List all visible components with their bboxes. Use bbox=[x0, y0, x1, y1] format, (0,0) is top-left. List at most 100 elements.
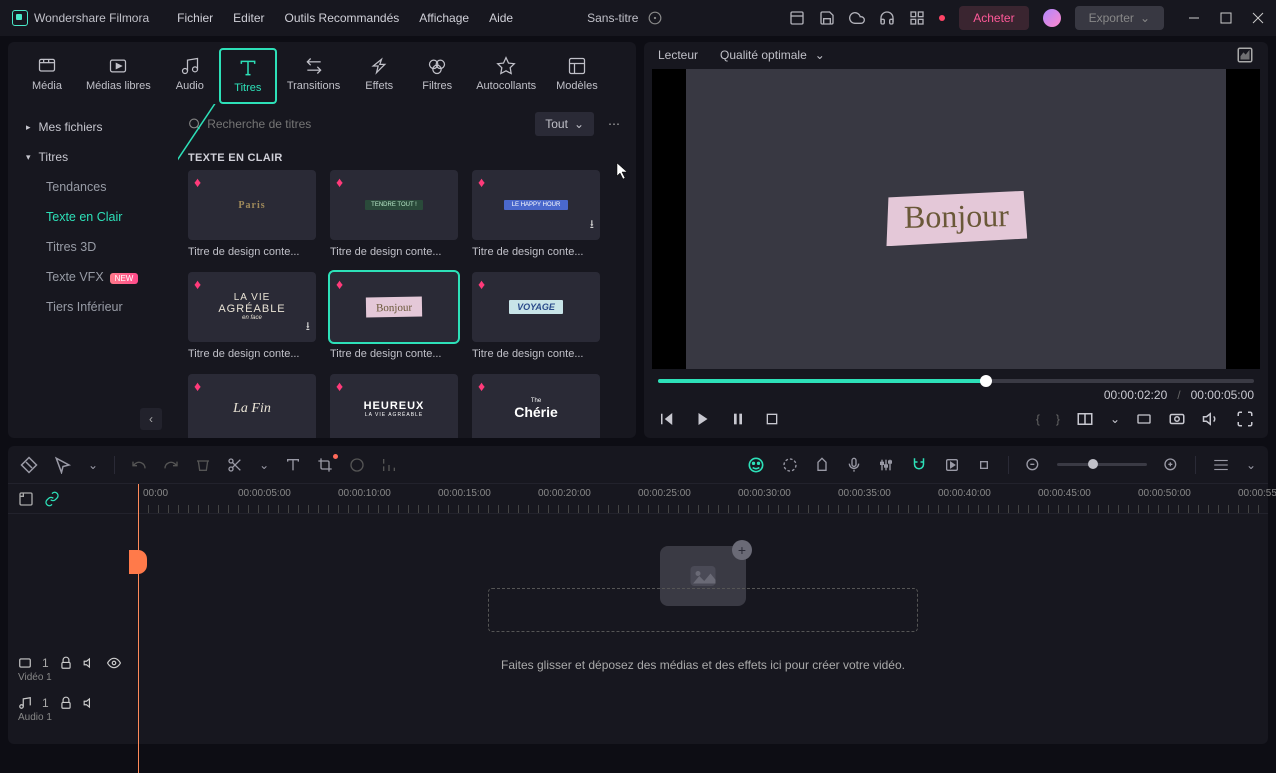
tab-stickers[interactable]: Autocollants bbox=[466, 48, 546, 104]
tab-stock[interactable]: Médias libres bbox=[76, 48, 161, 104]
mute-icon[interactable] bbox=[83, 696, 97, 710]
title-card[interactable]: ♦LE HAPPY HOUR⭳Titre de design conte... bbox=[472, 170, 600, 258]
mute-icon[interactable] bbox=[83, 656, 97, 670]
snapshot-icon[interactable] bbox=[1236, 46, 1254, 64]
tab-templates[interactable]: Modèles bbox=[546, 48, 608, 104]
compare-icon[interactable] bbox=[1076, 410, 1094, 428]
avatar[interactable] bbox=[1043, 9, 1061, 27]
sidebar-item-plaintext[interactable]: Texte en Clair bbox=[12, 202, 174, 232]
magnet-icon[interactable] bbox=[910, 456, 928, 474]
title-card[interactable]: ♦ParisTitre de design conte... bbox=[188, 170, 316, 258]
fullscreen-icon[interactable] bbox=[1236, 410, 1254, 428]
text-tool-icon[interactable] bbox=[285, 457, 301, 473]
speed-icon[interactable] bbox=[782, 457, 798, 473]
zoom-slider[interactable] bbox=[1057, 463, 1147, 466]
title-card[interactable]: ♦TheChérie bbox=[472, 374, 600, 438]
play-button[interactable] bbox=[694, 410, 712, 428]
title-card[interactable]: ♦BonjourTitre de design conte... bbox=[330, 272, 458, 360]
title-card[interactable]: ♦LA VIEAGRÉABLEen face⭳Titre de design c… bbox=[188, 272, 316, 360]
redo-icon[interactable] bbox=[163, 457, 179, 473]
sidebar-item-trending[interactable]: Tendances bbox=[12, 172, 174, 202]
mixer-icon[interactable] bbox=[878, 457, 894, 473]
menu-file[interactable]: Fichier bbox=[177, 11, 213, 25]
playhead[interactable] bbox=[138, 484, 139, 773]
title-card[interactable]: ♦TENDRE TOUT !Titre de design conte... bbox=[330, 170, 458, 258]
chevron-down-icon[interactable]: ⌄ bbox=[1246, 458, 1256, 472]
title-card[interactable]: ♦La Fin bbox=[188, 374, 316, 438]
buy-button[interactable]: Acheter bbox=[959, 6, 1028, 30]
scrub-handle[interactable] bbox=[980, 375, 992, 387]
audio-track-head[interactable]: 1 Audio 1 bbox=[8, 694, 138, 734]
camera-icon[interactable] bbox=[1168, 410, 1186, 428]
title-card[interactable]: ♦HEUREUXLA VIE AGRÉABLE bbox=[330, 374, 458, 438]
chevron-down-icon[interactable]: ⌄ bbox=[1110, 412, 1120, 426]
minimize-icon[interactable] bbox=[1188, 12, 1200, 24]
sidebar-myfiles[interactable]: Mes fichiers bbox=[12, 112, 174, 142]
ai-tool-icon[interactable] bbox=[746, 455, 766, 475]
sidebar-collapse-button[interactable]: ‹ bbox=[140, 408, 162, 430]
menu-help[interactable]: Aide bbox=[489, 11, 513, 25]
stop-button[interactable] bbox=[764, 411, 780, 427]
search-input[interactable] bbox=[188, 117, 525, 131]
tab-transitions[interactable]: Transitions bbox=[277, 48, 350, 104]
tab-filters[interactable]: Filtres bbox=[408, 48, 466, 104]
menu-view[interactable]: Affichage bbox=[419, 11, 469, 25]
undo-icon[interactable] bbox=[131, 457, 147, 473]
close-icon[interactable] bbox=[1252, 12, 1264, 24]
delete-icon[interactable] bbox=[195, 457, 211, 473]
video-track-head[interactable]: 1 Vidéo 1 bbox=[8, 654, 138, 694]
prev-frame-button[interactable] bbox=[658, 410, 676, 428]
grid-icon[interactable] bbox=[909, 10, 925, 26]
download-icon[interactable]: ⭳ bbox=[306, 317, 310, 338]
chevron-down-icon[interactable]: ⌄ bbox=[88, 458, 98, 472]
adjust-tool-icon[interactable] bbox=[381, 457, 397, 473]
link-icon[interactable] bbox=[44, 491, 60, 507]
brace-close-icon[interactable]: } bbox=[1056, 412, 1060, 426]
zoom-out-icon[interactable] bbox=[1025, 457, 1041, 473]
tab-titles[interactable]: Titres bbox=[219, 48, 277, 104]
sidebar-titles[interactable]: Titres bbox=[12, 142, 174, 172]
document-title[interactable]: Sans-titre bbox=[587, 11, 662, 25]
timeline-dropzone[interactable] bbox=[488, 588, 918, 632]
scrub-bar[interactable] bbox=[644, 369, 1268, 383]
more-button[interactable]: ⋯ bbox=[604, 117, 626, 131]
diamond-tool-icon[interactable] bbox=[20, 456, 38, 474]
marker-icon[interactable] bbox=[814, 457, 830, 473]
pause-button[interactable] bbox=[730, 411, 746, 427]
lock-icon[interactable] bbox=[59, 696, 73, 710]
volume-icon[interactable] bbox=[1202, 410, 1220, 428]
title-card[interactable]: ♦VOYAGETitre de design conte... bbox=[472, 272, 600, 360]
chevron-down-icon[interactable]: ⌄ bbox=[259, 458, 269, 472]
layout-icon[interactable] bbox=[789, 10, 805, 26]
fit-icon[interactable] bbox=[18, 491, 34, 507]
download-icon[interactable]: ⭳ bbox=[590, 215, 594, 236]
search-field[interactable] bbox=[207, 117, 525, 131]
preview-viewport[interactable]: Bonjour bbox=[652, 69, 1260, 369]
render-icon[interactable] bbox=[944, 457, 960, 473]
sidebar-item-3d[interactable]: Titres 3D bbox=[12, 232, 174, 262]
timeline-ruler[interactable]: 00:00 00:00:05:00 00:00:10:00 00:00:15:0… bbox=[138, 484, 1268, 513]
maximize-icon[interactable] bbox=[1220, 12, 1232, 24]
tab-media[interactable]: Média bbox=[18, 48, 76, 104]
tracks-body[interactable]: + Faites glisser et déposez des médias e… bbox=[138, 514, 1268, 744]
sidebar-item-vfx[interactable]: Texte VFXNEW bbox=[12, 262, 174, 292]
eye-icon[interactable] bbox=[107, 656, 121, 670]
cloud-icon[interactable] bbox=[849, 10, 865, 26]
zoom-in-icon[interactable] bbox=[1163, 457, 1179, 473]
save-icon[interactable] bbox=[819, 10, 835, 26]
menu-edit[interactable]: Editer bbox=[233, 11, 264, 25]
export-button[interactable]: Exporter⌄ bbox=[1075, 6, 1164, 30]
headphones-icon[interactable] bbox=[879, 10, 895, 26]
add-media-icon[interactable]: + bbox=[732, 540, 752, 560]
tab-effects[interactable]: Effets bbox=[350, 48, 408, 104]
brace-open-icon[interactable]: { bbox=[1036, 412, 1040, 426]
sidebar-item-lowerthird[interactable]: Tiers Inférieur bbox=[12, 292, 174, 322]
keyframe-icon[interactable] bbox=[976, 457, 992, 473]
lock-icon[interactable] bbox=[59, 656, 73, 670]
filter-dropdown[interactable]: Tout⌄ bbox=[535, 112, 594, 136]
tab-audio[interactable]: Audio bbox=[161, 48, 219, 104]
track-view-icon[interactable] bbox=[1212, 456, 1230, 474]
menu-tools[interactable]: Outils Recommandés bbox=[285, 11, 400, 25]
mic-icon[interactable] bbox=[846, 457, 862, 473]
pointer-tool-icon[interactable] bbox=[54, 456, 72, 474]
